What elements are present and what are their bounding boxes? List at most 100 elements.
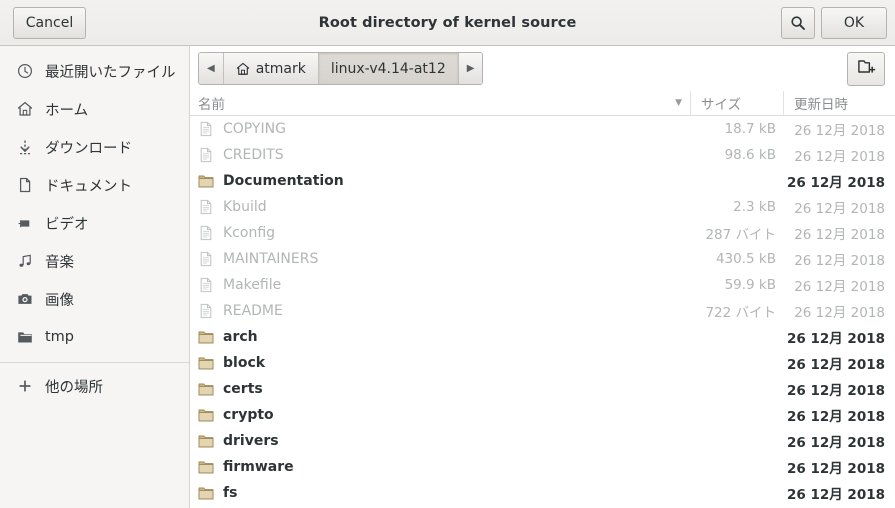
file-modified-cell: 26 12月 2018 [783,405,895,425]
sort-descending-icon: ▼ [675,98,682,108]
folder-icon [198,381,214,397]
breadcrumb-item-current[interactable]: linux-v4.14-at12 [319,53,459,84]
sidebar-item-documents[interactable]: ドキュメント [0,166,189,204]
header-bar: Cancel Root directory of kernel source O… [0,0,895,46]
plus-icon [14,378,36,394]
file-list[interactable]: COPYING18.7 kB26 12月 2018CREDITS98.6 kB2… [190,116,895,508]
chevron-left-icon: ◀ [207,63,215,74]
column-header-size-label: サイズ [701,93,741,113]
column-header-name-label: 名前 [198,93,225,113]
cancel-button[interactable]: Cancel [13,7,86,39]
sidebar-item-label: ホーム [45,99,88,120]
file-name-cell: drivers [190,433,690,449]
breadcrumb-item-atmark[interactable]: atmark [224,53,319,84]
sidebar-separator [0,362,189,363]
file-chooser-dialog: Cancel Root directory of kernel source O… [0,0,895,508]
file-size-cell: 18.7 kB [690,121,783,137]
column-header-name[interactable]: 名前 ▼ [190,91,690,115]
file-name-cell: Makefile [190,277,690,293]
file-row-file: MAINTAINERS430.5 kB26 12月 2018 [190,246,895,272]
file-name-cell: MAINTAINERS [190,251,690,267]
sidebar-item-label: ビデオ [45,213,89,234]
file-name-cell: CREDITS [190,147,690,163]
sidebar-item-label: 他の場所 [45,376,103,397]
search-icon [790,15,806,31]
file-name-label: MAINTAINERS [223,251,318,267]
cancel-button-label: Cancel [26,15,73,31]
sidebar-item-pictures[interactable]: 画像 [0,280,189,318]
file-row-file: CREDITS 98.6 kB26 12月 2018 [190,142,895,168]
file-name-cell: firmware [190,459,690,475]
file-modified-cell: 26 12月 2018 [783,145,895,165]
file-icon [198,199,214,215]
file-modified-cell: 26 12月 2018 [783,223,895,243]
file-row-folder[interactable]: certs26 12月 2018 [190,376,895,402]
sidebar-item-other-locations[interactable]: 他の場所 [0,367,189,405]
file-name-cell: Documentation [190,173,690,189]
clock-icon [14,63,36,79]
file-name-label: README [223,303,283,319]
folder-icon [198,173,214,189]
file-modified-cell: 26 12月 2018 [783,353,895,373]
column-header-size[interactable]: サイズ [690,91,783,115]
header-right-actions: OK [781,7,887,39]
file-row-folder[interactable]: fs26 12月 2018 [190,480,895,506]
sidebar-item-label: ドキュメント [45,175,132,196]
file-row-file: README 722 バイト26 12月 2018 [190,298,895,324]
create-folder-button[interactable] [847,52,885,86]
path-bar-row: ◀ atmark linux-v4.14-at12 [190,46,895,91]
file-row-folder[interactable]: crypto 26 12月 2018 [190,402,895,428]
file-icon [198,251,214,267]
file-name-cell: Kconfig [190,225,690,241]
sidebar-item-downloads[interactable]: ダウンロード [0,128,189,166]
file-size-cell: 59.9 kB [690,277,783,293]
file-row-folder[interactable]: arch26 12月 2018 [190,324,895,350]
breadcrumb-back-button[interactable]: ◀ [199,53,224,84]
file-name-label: CREDITS [223,147,284,163]
file-row-file: Kconfig287 バイト26 12月 2018 [190,220,895,246]
ok-button[interactable]: OK [821,7,887,39]
file-name-cell: COPYING [190,121,690,137]
file-name-cell: README [190,303,690,319]
folder-icon [198,407,214,423]
sidebar-item-music[interactable]: 音楽 [0,242,189,280]
folder-icon [14,329,36,345]
sidebar-item-label: 画像 [45,289,74,310]
search-button[interactable] [781,7,815,39]
sidebar-item-home[interactable]: ホーム [0,90,189,128]
download-icon [14,139,36,155]
sidebar-item-recent[interactable]: 最近開いたファイル [0,52,189,90]
file-name-cell: crypto [190,407,690,423]
breadcrumb-forward-button[interactable]: ▶ [459,53,483,84]
home-icon [14,101,36,117]
file-name-cell: arch [190,329,690,345]
dialog-title: Root directory of kernel source [0,0,895,45]
sidebar-item-tmp[interactable]: tmp [0,318,189,356]
file-name-label: Documentation [223,173,344,189]
new-folder-icon [857,57,876,80]
chevron-right-icon: ▶ [467,63,475,74]
file-row-folder[interactable]: block 26 12月 2018 [190,350,895,376]
sidebar-item-label: 音楽 [45,251,74,272]
file-name-label: arch [223,329,258,345]
file-modified-cell: 26 12月 2018 [783,301,895,321]
file-size-cell: 98.6 kB [690,147,783,163]
breadcrumb-item-label: linux-v4.14-at12 [331,61,446,77]
dialog-body: 最近開いたファイル ホーム [0,46,895,508]
file-name-label: COPYING [223,121,286,137]
file-name-label: crypto [223,407,274,423]
file-row-folder[interactable]: drivers26 12月 2018 [190,428,895,454]
file-size-cell: 722 バイト [690,301,783,321]
home-icon [236,62,250,76]
file-name-label: Kbuild [223,199,267,215]
file-row-folder[interactable]: Documentation26 12月 2018 [190,168,895,194]
file-name-label: block [223,355,265,371]
file-name-label: firmware [223,459,294,475]
column-header-modified[interactable]: 更新日時 [783,91,895,115]
folder-icon [198,485,214,501]
file-row-folder[interactable]: firmware26 12月 2018 [190,454,895,480]
sidebar-item-videos[interactable]: ビデオ [0,204,189,242]
file-icon [198,277,214,293]
document-icon [14,177,36,193]
sidebar-item-label: 最近開いたファイル [45,61,176,82]
